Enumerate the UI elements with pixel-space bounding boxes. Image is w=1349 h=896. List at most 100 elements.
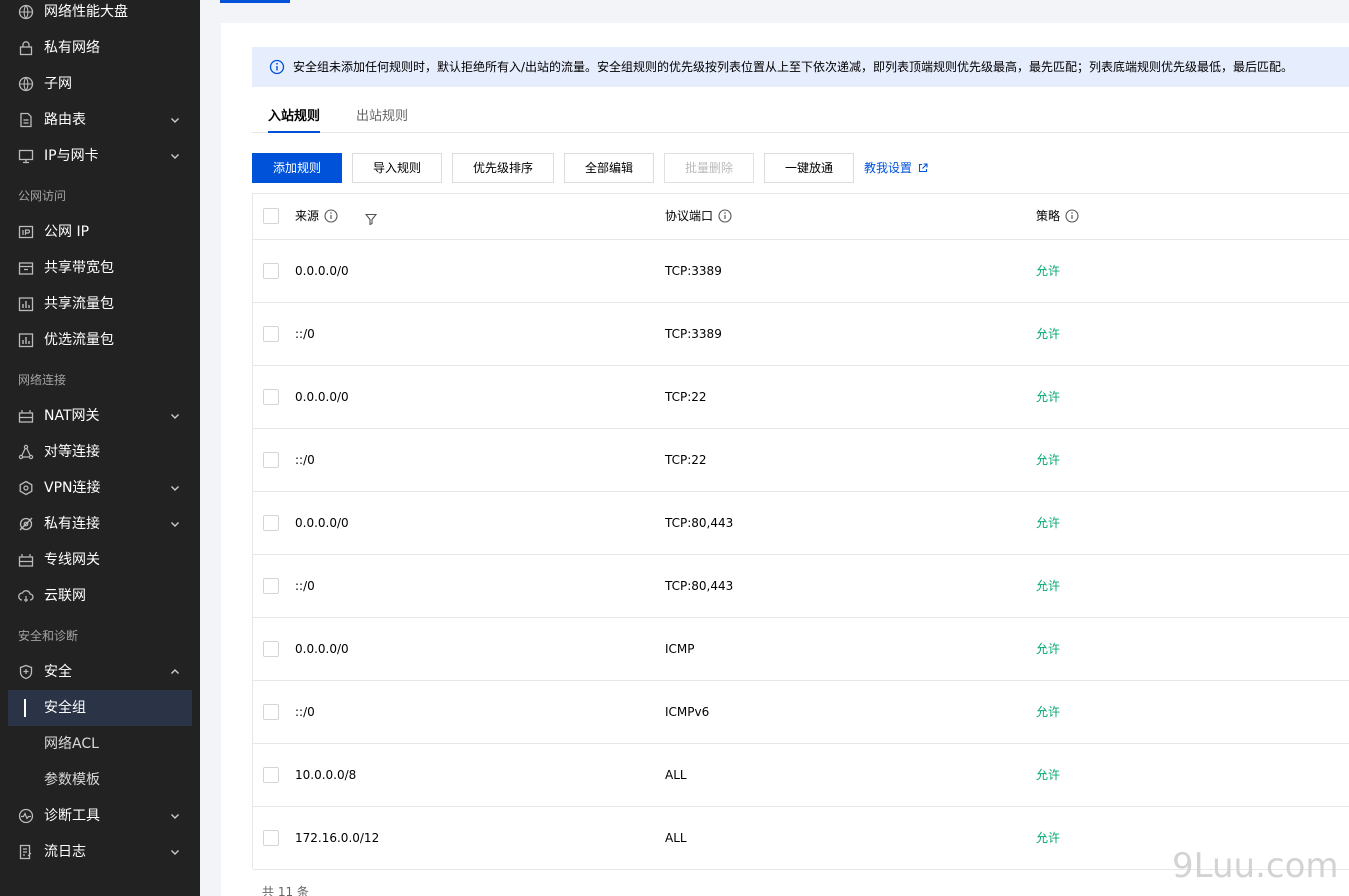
cell-protocol: ALL (665, 831, 687, 845)
sidebar-item-label: 云联网 (44, 588, 86, 604)
sidebar-item-network-dashboard[interactable]: 网络性能大盘 (0, 0, 200, 30)
sidebar-item-diagnose-tools[interactable]: 诊断工具 (0, 798, 200, 834)
row-checkbox[interactable] (263, 704, 279, 720)
import-rule-button[interactable]: 导入规则 (352, 153, 442, 183)
cell-protocol: ALL (665, 768, 687, 782)
sidebar-item-label: 网络性能大盘 (44, 4, 128, 20)
ip-icon (18, 224, 34, 240)
cell-policy: 允许 (1036, 390, 1061, 404)
row-checkbox[interactable] (263, 641, 279, 657)
sidebar-item-label: 安全 (44, 664, 72, 680)
filter-icon[interactable] (364, 210, 378, 226)
sidebar-item-subnet[interactable]: 子网 (0, 66, 200, 102)
info-icon[interactable] (324, 197, 338, 223)
edit-all-button[interactable]: 全部编辑 (564, 153, 654, 183)
batch-delete-button[interactable]: 批量删除 (664, 153, 754, 183)
cell-source: 0.0.0.0/0 (295, 264, 349, 278)
row-checkbox[interactable] (263, 452, 279, 468)
sidebar-item-public-ip[interactable]: 公网 IP (0, 214, 200, 250)
cell-policy: 允许 (1036, 453, 1061, 467)
help-link[interactable]: 教我设置 (864, 153, 928, 183)
tab-inbound[interactable]: 入站规则 (268, 103, 321, 133)
tab-outbound[interactable]: 出站规则 (356, 103, 408, 133)
table-header: 来源 协议端口 策略 (253, 194, 1349, 240)
table-row: 0.0.0.0/0 TCP:22 允许 (253, 366, 1349, 429)
cell-policy: 允许 (1036, 264, 1061, 278)
sidebar-item-label: 诊断工具 (44, 808, 100, 824)
row-checkbox[interactable] (263, 515, 279, 531)
table-row: ::/0 ICMPv6 允许 (253, 681, 1349, 744)
sidebar-subitem-param-template[interactable]: 参数模板 (8, 762, 192, 798)
sidebar-subitem-label: 网络ACL (44, 736, 99, 752)
package-icon (18, 260, 34, 276)
header-source: 来源 (295, 194, 338, 238)
sidebar-item-label: 共享带宽包 (44, 260, 114, 276)
chevron-down-icon (170, 810, 180, 822)
sidebar-item-label: 专线网关 (44, 552, 100, 568)
row-checkbox[interactable] (263, 830, 279, 846)
select-all-checkbox[interactable] (263, 208, 279, 224)
sidebar-item-flow-log[interactable]: 流日志 (0, 834, 200, 870)
priority-sort-button[interactable]: 优先级排序 (452, 153, 554, 183)
sidebar-item-label: 私有网络 (44, 40, 100, 56)
info-notice: 安全组未添加任何规则时，默认拒绝所有入/出站的流量。安全组规则的优先级按列表位置… (252, 47, 1349, 87)
lock-icon (18, 40, 34, 56)
open-all-button[interactable]: 一键放通 (764, 153, 854, 183)
cell-source: 0.0.0.0/0 (295, 642, 349, 656)
peering-icon (18, 444, 34, 460)
cell-source: 10.0.0.0/8 (295, 768, 357, 782)
info-icon[interactable] (718, 197, 732, 223)
cell-protocol: TCP:22 (665, 453, 707, 467)
row-checkbox[interactable] (263, 263, 279, 279)
row-checkbox[interactable] (263, 767, 279, 783)
private-link-icon (18, 516, 34, 532)
sidebar-item-vpc[interactable]: 私有网络 (0, 30, 200, 66)
cell-source: 172.16.0.0/12 (295, 831, 380, 845)
table-row: ::/0 TCP:22 允许 (253, 429, 1349, 492)
sidebar-item-shared-bandwidth[interactable]: 共享带宽包 (0, 250, 200, 286)
document-icon (18, 112, 34, 128)
cell-source: 0.0.0.0/0 (295, 516, 349, 530)
cell-protocol: ICMP (665, 642, 695, 656)
header-source-label: 来源 (295, 209, 320, 223)
sidebar-item-label: 对等连接 (44, 444, 100, 460)
sidebar-item-label: NAT网关 (44, 408, 100, 424)
sidebar-item-ip-nic[interactable]: IP与网卡 (0, 138, 200, 174)
table-row: 0.0.0.0/0 ICMP 允许 (253, 618, 1349, 681)
sidebar-group-public-access: 公网访问 (18, 189, 67, 203)
info-icon[interactable] (1065, 197, 1079, 223)
sidebar-subitem-label: 参数模板 (44, 772, 100, 788)
sidebar-item-ccn[interactable]: 云联网 (0, 578, 200, 614)
help-link-label: 教我设置 (864, 161, 913, 175)
sidebar-item-label: 流日志 (44, 844, 86, 860)
sidebar-item-route-table[interactable]: 路由表 (0, 102, 200, 138)
cell-policy: 允许 (1036, 327, 1061, 341)
sidebar-item-dc-gateway[interactable]: 专线网关 (0, 542, 200, 578)
sidebar-item-preferred-traffic[interactable]: 优选流量包 (0, 322, 200, 358)
chevron-up-icon (170, 666, 180, 678)
table-row: 0.0.0.0/0 TCP:80,443 允许 (253, 492, 1349, 555)
cell-protocol: ICMPv6 (665, 705, 710, 719)
add-rule-button[interactable]: 添加规则 (252, 153, 342, 183)
active-indicator (24, 699, 26, 717)
sidebar-item-label: IP与网卡 (44, 148, 99, 164)
cell-policy: 允许 (1036, 831, 1061, 845)
row-checkbox[interactable] (263, 326, 279, 342)
cloud-network-icon (18, 588, 34, 604)
chevron-down-icon (170, 114, 180, 126)
cell-source: ::/0 (295, 453, 315, 467)
sidebar-item-peering[interactable]: 对等连接 (0, 434, 200, 470)
row-checkbox[interactable] (263, 578, 279, 594)
sidebar-item-shared-traffic[interactable]: 共享流量包 (0, 286, 200, 322)
sidebar-subitem-security-group[interactable]: 安全组 (8, 690, 192, 726)
sidebar: 网络性能大盘 私有网络 子网 路由表 IP与网卡 公网访问 公网 IP 共享带宽… (0, 0, 200, 896)
sidebar-item-nat-gateway[interactable]: NAT网关 (0, 398, 200, 434)
sidebar-subitem-network-acl[interactable]: 网络ACL (8, 726, 192, 762)
sidebar-item-label: VPN连接 (44, 480, 101, 496)
sidebar-item-vpn[interactable]: VPN连接 (0, 470, 200, 506)
sidebar-item-private-link[interactable]: 私有连接 (0, 506, 200, 542)
row-checkbox[interactable] (263, 389, 279, 405)
sidebar-item-security[interactable]: 安全 (0, 654, 200, 690)
chevron-down-icon (170, 518, 180, 530)
rule-tabs: 入站规则 出站规则 (252, 103, 1349, 133)
